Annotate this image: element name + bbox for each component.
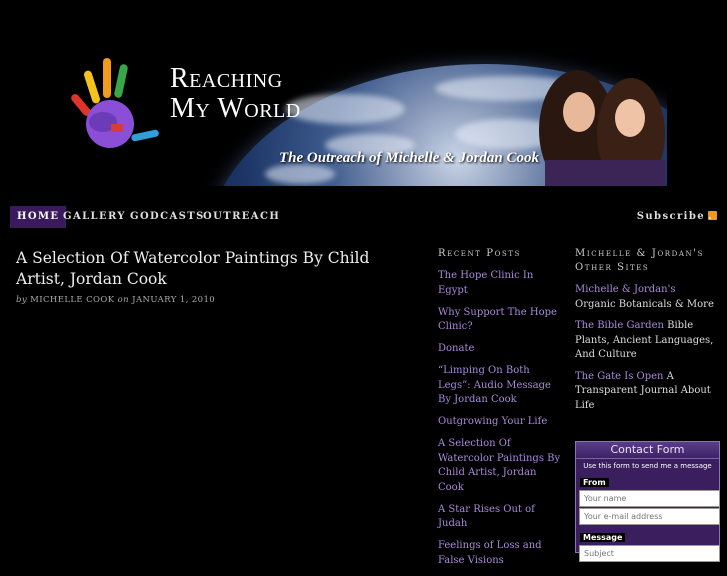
other-sites-widget: Michelle & Jordan's Other Sites Michelle…	[575, 247, 715, 420]
michelle-jordan-photo	[539, 70, 665, 186]
post-author[interactable]: Michelle Cook	[30, 295, 114, 305]
site-title-line1: Reaching	[170, 63, 283, 94]
name-input[interactable]	[579, 490, 720, 507]
post-meta: by Michelle Cook on January 1, 2010	[16, 295, 411, 305]
subscribe-label: Subscribe	[636, 211, 705, 222]
other-site-link[interactable]: Michelle & Jordan's	[575, 284, 675, 295]
email-input[interactable]	[579, 508, 720, 525]
site-title-line2: My World	[170, 93, 301, 124]
main-nav: Home Gallery Godcasts Outreach Subscribe	[10, 206, 717, 228]
recent-post-link[interactable]: Donate	[438, 342, 563, 357]
other-site-desc: Organic Botanicals & More	[575, 298, 714, 310]
recent-post-link[interactable]: Why Support The Hope Clinic?	[438, 306, 563, 335]
contact-form-title: Contact Form	[576, 442, 719, 459]
other-site-link[interactable]: The Bible Garden	[575, 320, 664, 331]
subject-input[interactable]	[579, 545, 720, 562]
other-site-link[interactable]: The Gate Is Open	[575, 371, 664, 382]
other-site-item: Michelle & Jordan's Organic Botanicals &…	[575, 283, 715, 312]
painted-hand-logo	[71, 58, 159, 148]
nav-outreach[interactable]: Outreach	[196, 206, 287, 228]
subscribe-link[interactable]: Subscribe	[637, 206, 717, 228]
other-site-item: The Gate Is Open A Transparent Journal A…	[575, 370, 715, 414]
other-site-item: The Bible Garden Bible Plants, Ancient L…	[575, 319, 715, 363]
post-date: January 1, 2010	[132, 295, 216, 305]
post-title[interactable]: A Selection Of Watercolor Paintings By C…	[16, 248, 411, 290]
recent-posts-widget: Recent Posts The Hope Clinic In Egypt Wh…	[438, 247, 563, 576]
post-by: by	[16, 295, 28, 305]
recent-post-link[interactable]: The Hope Clinic In Egypt	[438, 269, 563, 298]
recent-post-link[interactable]: A Selection Of Watercolor Paintings By C…	[438, 437, 563, 495]
site-title[interactable]: Reaching My World	[170, 64, 301, 124]
recent-post-link[interactable]: Feelings of Loss and False Visions	[438, 539, 563, 568]
recent-post-link[interactable]: A Star Rises Out of Judah	[438, 503, 563, 532]
from-label: From	[580, 478, 609, 487]
message-label: Message	[580, 533, 626, 542]
other-sites-heading: Michelle & Jordan's Other Sites	[575, 248, 704, 273]
contact-form-note: Use this form to send me a message	[583, 462, 712, 470]
recent-post-link[interactable]: “Limping On Both Legs”: Audio Message By…	[438, 364, 563, 408]
nav-gallery[interactable]: Gallery	[56, 206, 133, 228]
site-tagline: The Outreach of Michelle & Jordan Cook	[279, 150, 540, 166]
post: A Selection Of Watercolor Paintings By C…	[16, 248, 411, 305]
recent-post-link[interactable]: Outgrowing Your Life	[438, 415, 563, 430]
post-on: on	[117, 295, 130, 305]
site-banner[interactable]: Reaching My World The Outreach of Michel…	[55, 50, 667, 186]
rss-icon	[708, 211, 717, 220]
recent-posts-heading: Recent Posts	[438, 248, 522, 259]
contact-form: Contact Form Use this form to send me a …	[575, 441, 720, 562]
